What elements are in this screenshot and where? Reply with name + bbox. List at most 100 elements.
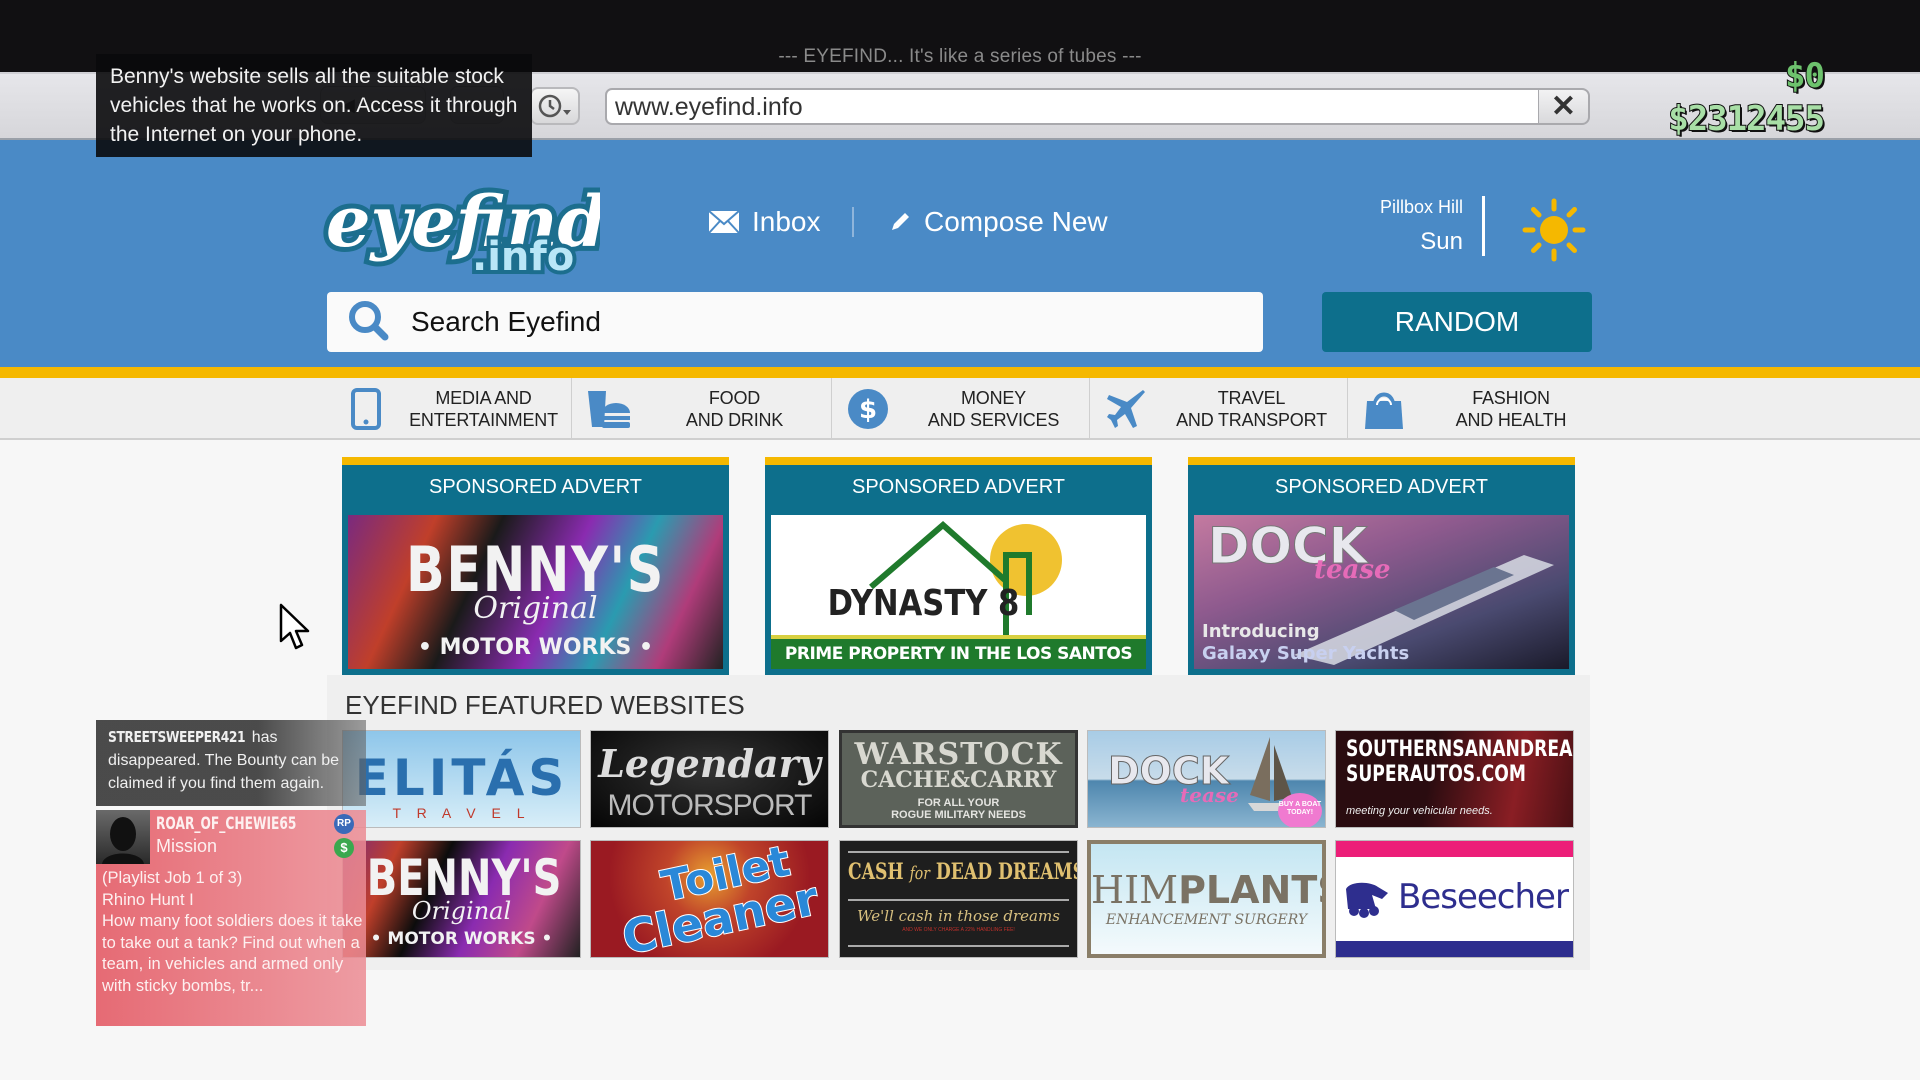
random-button[interactable]: RANDOM xyxy=(1322,292,1592,352)
hand-icon xyxy=(1346,882,1388,918)
featured-title: EYEFIND FEATURED WEBSITES xyxy=(345,690,745,720)
site-name: ELITÁS xyxy=(354,749,569,807)
site-name-2: PLANTS xyxy=(1178,868,1322,912)
advert-heading: SPONSORED ADVERT xyxy=(851,476,1066,498)
category-fashion-health[interactable]: FASHION AND HEALTH xyxy=(1348,378,1608,440)
airplane-icon xyxy=(1107,390,1145,428)
sun-icon xyxy=(1522,198,1586,262)
site-name: HIM xyxy=(1091,868,1179,912)
site-badge: BUY A BOAT TODAY! xyxy=(1278,793,1322,827)
site-tile-cash-for-dead-dreams[interactable]: CASH for DEAD DREAMS We'll cash in those… xyxy=(839,840,1078,958)
site-name: CASH xyxy=(848,859,904,885)
advert-subtitle: PRIME PROPERTY IN THE LOS SANTOS AREA xyxy=(771,635,1146,669)
mission-player-name: ROAR_OF_CHEWIE65 xyxy=(156,814,297,834)
sponsored-advert-bennys[interactable]: SPONSORED ADVERT BENNY'S Original • MOTO… xyxy=(342,457,729,675)
advert-caption: Galaxy Super Yachts xyxy=(1202,643,1410,664)
category-label: AND SERVICES xyxy=(927,410,1060,430)
shopping-bag-icon xyxy=(1365,392,1403,429)
site-name: Legendary xyxy=(598,741,821,786)
site-sub: ENHANCEMENT SURGERY xyxy=(1105,912,1308,928)
category-label: MEDIA AND xyxy=(435,388,532,408)
phone-icon xyxy=(351,388,381,430)
category-media-entertainment[interactable]: MEDIA AND ENTERTAINMENT xyxy=(330,378,572,440)
header-divider xyxy=(852,207,854,237)
help-tooltip: Benny's website sells all the suitable s… xyxy=(96,54,532,157)
site-sub-2: AND WE ONLY CHARGE A 22% HANDLING FEE! xyxy=(902,927,1015,933)
svg-text:.info: .info xyxy=(472,234,574,280)
site-script: for xyxy=(909,863,930,884)
location-divider xyxy=(1482,196,1485,256)
mission-type: Mission xyxy=(156,836,218,856)
advert-image[interactable]: DYNASTY 8 PRIME PROPERTY IN THE LOS SANT… xyxy=(771,515,1146,669)
site-name-2: CACHE&CARRY xyxy=(860,767,1057,793)
search-placeholder: Search Eyefind xyxy=(411,306,601,337)
site-tile-bennys[interactable]: BENNY'S Original • MOTOR WORKS • xyxy=(342,840,581,958)
mission-description: (Playlist Job 1 of 3) Rhino Hunt I How m… xyxy=(102,869,363,995)
location-name: Pillbox Hill xyxy=(1379,197,1463,217)
header-stripe xyxy=(0,367,1920,378)
site-sub: We'll cash in those dreams xyxy=(857,907,1060,925)
sponsored-advert-docktease[interactable]: SPONSORED ADVERT DOCK tease Introducing … xyxy=(1188,457,1575,675)
site-tile-warstock[interactable]: WARSTOCK CACHE&CARRY FOR ALL YOUR ROGUE … xyxy=(839,730,1078,828)
mouse-cursor-icon xyxy=(279,603,310,650)
mission-notification: ROAR_OF_CHEWIE65 Mission RP $ (Playlist … xyxy=(96,810,366,1026)
site-tile-toilet-cleaner[interactable]: Toilet Cleaner xyxy=(590,840,829,958)
pencil-icon xyxy=(892,213,909,230)
site-name-2: DEAD DREAMS xyxy=(935,859,1078,885)
compose-new-link[interactable]: Compose New xyxy=(888,206,1108,238)
site-script: tease xyxy=(1180,783,1239,807)
site-tile-elitas[interactable]: ELITÁS T R A V E L xyxy=(342,730,581,828)
site-tile-docktease[interactable]: DOCK tease BUY A BOAT TODAY! xyxy=(1087,730,1326,828)
site-sub: meeting your vehicular needs. xyxy=(1346,805,1493,817)
bank-amount: $2312455 xyxy=(1667,98,1826,140)
search-icon xyxy=(349,301,389,341)
site-script: Original xyxy=(411,897,512,925)
advert-caption: Introducing xyxy=(1202,621,1320,642)
rp-badge: RP xyxy=(334,814,354,834)
site-sub: • MOTOR WORKS • xyxy=(370,929,553,949)
site-sub: MOTORSPORT xyxy=(607,789,813,822)
category-label: MONEY xyxy=(960,388,1026,408)
site-tile-legendary-motorsport[interactable]: Legendary MOTORSPORT xyxy=(590,730,829,828)
history-button[interactable] xyxy=(530,87,580,125)
player-avatar xyxy=(96,810,150,864)
envelope-icon xyxy=(708,210,740,234)
category-travel-transport[interactable]: TRAVEL AND TRANSPORT xyxy=(1090,378,1348,440)
bounty-player-name: STREETSWEEPER421 xyxy=(108,728,246,746)
url-input[interactable]: www.eyefind.info xyxy=(605,88,1540,125)
site-tile-southern-san-andreas-superautos[interactable]: SOUTHERNSANANDREAS SUPERAUTOS.COM meetin… xyxy=(1335,730,1574,828)
sponsored-advert-dynasty8[interactable]: SPONSORED ADVERT DYNASTY 8 PRIME PROPERT… xyxy=(765,457,1152,675)
category-label: AND DRINK xyxy=(685,410,784,430)
site-name-2: SUPERAUTOS.COM xyxy=(1346,762,1526,787)
advert-heading: SPONSORED ADVERT xyxy=(1274,476,1489,498)
category-label: FOOD xyxy=(708,388,761,408)
site-tile-himplants[interactable]: HIMPLANTS ENHANCEMENT SURGERY xyxy=(1087,840,1326,958)
compose-label: Compose New xyxy=(924,206,1108,237)
advert-image[interactable]: BENNY'S Original • MOTOR WORKS • xyxy=(348,515,723,669)
site-sub-2: ROGUE MILITARY NEEDS xyxy=(891,809,1026,821)
category-label: AND TRANSPORT xyxy=(1176,410,1327,430)
close-url-button[interactable]: ✕ xyxy=(1538,88,1590,125)
food-icon xyxy=(588,391,630,428)
inbox-label: Inbox xyxy=(752,206,821,237)
advert-subtitle: • MOTOR WORKS • xyxy=(417,635,654,660)
clock-icon xyxy=(538,94,571,118)
search-input[interactable]: Search Eyefind xyxy=(327,292,1263,352)
advert-heading: SPONSORED ADVERT xyxy=(428,476,643,498)
cash-badge: $ xyxy=(334,838,354,858)
category-label: ENTERTAINMENT xyxy=(409,410,558,430)
eyefind-logo[interactable]: eyefind .info xyxy=(321,158,611,284)
category-label: TRAVEL xyxy=(1217,388,1286,408)
category-money-services[interactable]: $ MONEY AND SERVICES xyxy=(832,378,1090,440)
close-icon: ✕ xyxy=(1550,90,1577,123)
inbox-link[interactable]: Inbox xyxy=(708,206,821,238)
dollar-icon: $ xyxy=(848,389,888,429)
category-food-drink[interactable]: FOOD AND DRINK xyxy=(572,378,832,440)
weather-text: Sun xyxy=(1420,228,1463,255)
site-tile-beseecher[interactable]: Beseecher xyxy=(1335,840,1574,958)
bounty-notification: STREETSWEEPER421 has disappeared. The Bo… xyxy=(96,720,366,806)
cash-amount: $0 xyxy=(1784,55,1826,97)
advert-title: DYNASTY 8 xyxy=(827,583,1020,624)
advert-image[interactable]: DOCK tease Introducing Galaxy Super Yach… xyxy=(1194,515,1569,669)
advert-script: Original xyxy=(473,591,598,626)
